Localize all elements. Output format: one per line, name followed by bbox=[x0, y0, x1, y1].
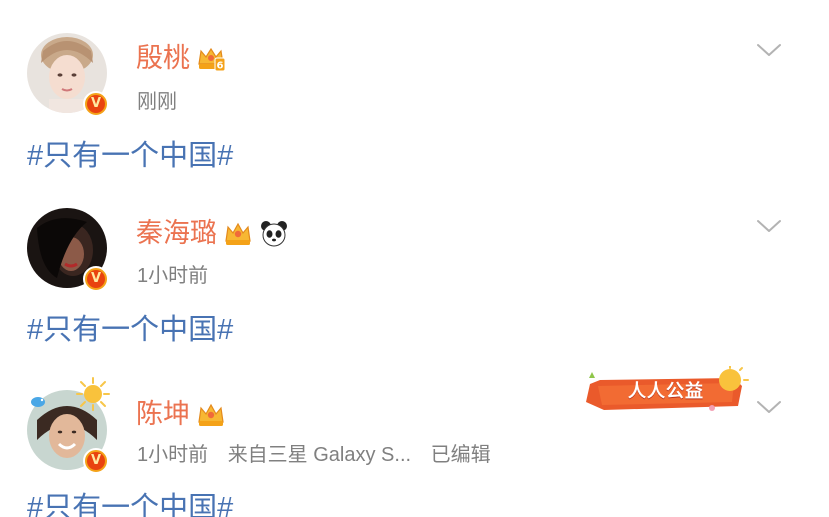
charity-badge[interactable]: 人人公益 bbox=[584, 366, 750, 414]
sun-icon bbox=[76, 377, 110, 411]
post-meta: 1小时前 来自三星 Galaxy S... 已编辑 bbox=[137, 443, 505, 467]
username[interactable]: 陈坤 bbox=[136, 398, 190, 430]
edited-label[interactable]: 已编辑 bbox=[431, 444, 491, 466]
verified-badge-icon: V bbox=[83, 448, 109, 474]
chevron-down-icon[interactable] bbox=[756, 399, 782, 415]
name-row: 陈坤 bbox=[136, 398, 226, 430]
bird-icon bbox=[31, 397, 45, 407]
post-source[interactable]: 来自三星 Galaxy S... bbox=[228, 444, 411, 466]
charity-label: 人人公益 bbox=[628, 381, 704, 401]
post-text[interactable]: #只有一个中国# bbox=[27, 490, 233, 517]
weibo-feed: V 殷桃 6 刚刚 #只有一个中国# V 秦海璐 1小时前 #只有一个中国# V… bbox=[0, 0, 829, 517]
post-time[interactable]: 1小时前 bbox=[137, 444, 208, 466]
crown-icon[interactable] bbox=[196, 400, 226, 428]
avatar[interactable]: V bbox=[27, 377, 110, 474]
post-3: V 陈坤 1小时前 来自三星 Galaxy S... 已编辑 人人公益 #只有一… bbox=[0, 0, 829, 517]
